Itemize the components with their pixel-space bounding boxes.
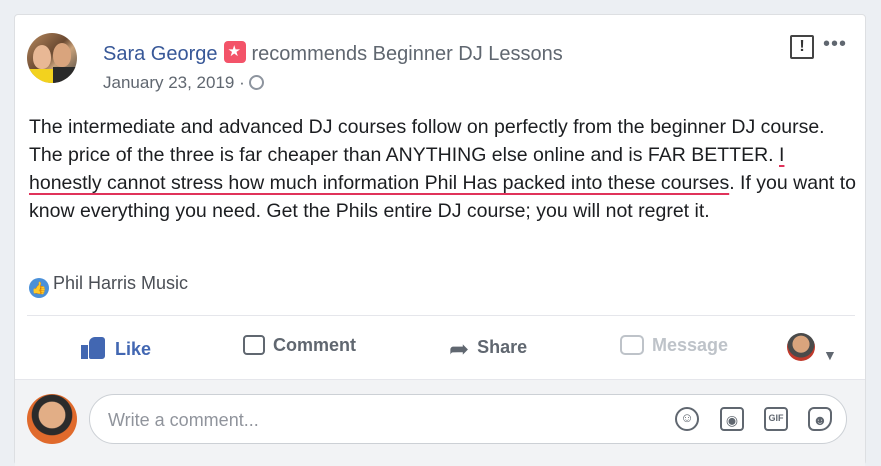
comment-area: ☺ ◉ GIF ☻ — [15, 379, 865, 466]
post-card: Sara George recommends Beginner DJ Lesson… — [14, 14, 867, 466]
post-body: The intermediate and advanced DJ courses… — [29, 113, 859, 225]
post-meta: January 23, 2019 · — [103, 73, 264, 93]
share-label: Share — [477, 337, 528, 357]
message-label: Message — [652, 335, 729, 355]
comment-input[interactable] — [106, 407, 650, 433]
commenter-avatar[interactable] — [27, 394, 77, 444]
divider — [27, 315, 855, 316]
post-text-part1: The intermediate and advanced DJ courses… — [29, 116, 825, 166]
recommendation-text[interactable]: recommends Beginner DJ Lessons — [252, 43, 563, 65]
post-header: Sara George recommends Beginner DJ Lesson… — [103, 41, 563, 66]
post-date[interactable]: January 23, 2019 — [103, 73, 234, 92]
post-as-avatar[interactable] — [787, 333, 815, 361]
sticker-icon[interactable]: ☻ — [808, 407, 832, 431]
comment-box: ☺ ◉ GIF ☻ — [89, 394, 847, 444]
author-name[interactable]: Sara George — [103, 43, 218, 65]
recommend-star-icon — [223, 41, 246, 63]
date-separator: · — [239, 73, 245, 92]
page-thumb-icon: 👍 — [29, 278, 49, 298]
comment-bubble-icon — [243, 335, 265, 355]
report-icon[interactable]: ! — [790, 35, 814, 59]
share-arrow-icon: ➦ — [449, 336, 470, 363]
chevron-down-icon[interactable]: ▼ — [823, 347, 837, 363]
like-label: Like — [115, 339, 152, 359]
more-options-icon[interactable]: ••• — [823, 33, 847, 56]
page-tag[interactable]: 👍 Phil Harris Music — [29, 273, 188, 298]
author-avatar[interactable] — [27, 33, 77, 83]
page-tag-name[interactable]: Phil Harris Music — [53, 273, 188, 293]
message-button[interactable]: Message — [620, 335, 728, 356]
comment-label: Comment — [273, 335, 357, 355]
message-icon — [620, 335, 644, 355]
share-button[interactable]: ➦ Share — [449, 335, 527, 364]
comment-button[interactable]: Comment — [243, 335, 356, 356]
smiley-icon[interactable]: ☺ — [675, 407, 699, 431]
gif-icon[interactable]: GIF — [764, 407, 788, 431]
like-button[interactable]: Like — [81, 335, 151, 360]
globe-icon[interactable] — [248, 75, 264, 90]
thumbs-up-icon — [81, 335, 107, 359]
camera-icon[interactable]: ◉ — [720, 407, 744, 431]
action-bar: Like Comment ➦ Share Message — [15, 317, 867, 379]
